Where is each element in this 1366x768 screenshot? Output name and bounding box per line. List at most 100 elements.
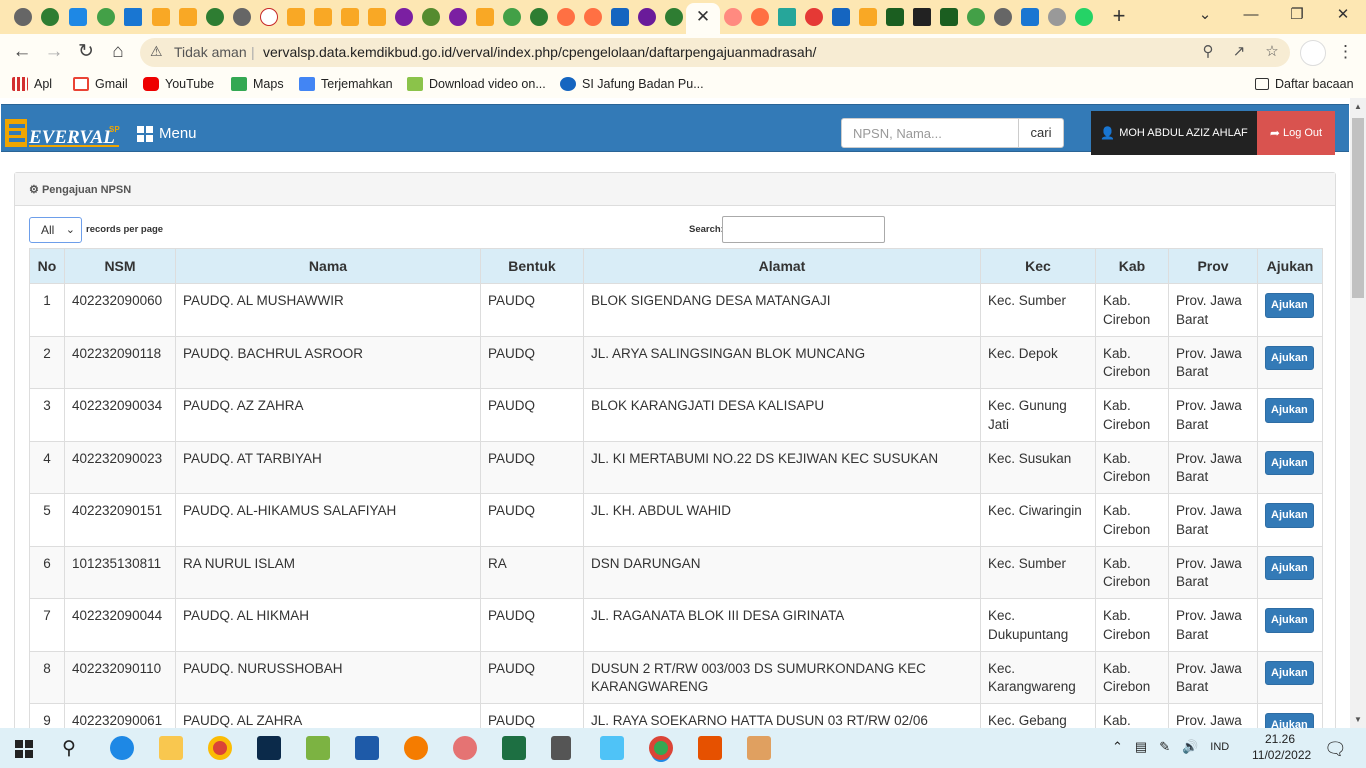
column-header[interactable]: Alamat: [583, 248, 981, 284]
menu-button[interactable]: Menu: [137, 125, 197, 142]
tab-favicon-icon[interactable]: [1021, 8, 1039, 26]
share-icon[interactable]: ↗: [1230, 43, 1248, 61]
photoshop-icon[interactable]: [257, 736, 281, 760]
tab-favicon-icon[interactable]: [778, 8, 796, 26]
tab-favicon-icon[interactable]: [179, 8, 197, 26]
edge-icon[interactable]: [110, 736, 134, 760]
tab-favicon-icon[interactable]: [476, 8, 494, 26]
tab-favicon-icon[interactable]: [1075, 8, 1093, 26]
ajukan-button[interactable]: Ajukan: [1265, 660, 1314, 686]
minimize-button[interactable]: —: [1236, 4, 1266, 26]
tab-favicon-icon[interactable]: [967, 8, 985, 26]
scroll-up-arrow-icon[interactable]: ▲: [1354, 102, 1362, 111]
tab-favicon-icon[interactable]: [913, 8, 931, 26]
chrome-icon[interactable]: [208, 736, 232, 760]
tab-favicon-icon[interactable]: [233, 8, 251, 26]
ajukan-button[interactable]: Ajukan: [1265, 713, 1314, 728]
word-icon[interactable]: [355, 736, 379, 760]
warning-triangle-icon[interactable]: ⚠: [150, 43, 163, 60]
records-per-page-select[interactable]: All ⌄: [29, 217, 82, 243]
tab-favicon-icon[interactable]: [611, 8, 629, 26]
bookmark-jafung[interactable]: SI Jafung Badan Pu...: [560, 77, 704, 91]
bookmark-translate[interactable]: Terjemahkan: [299, 77, 393, 91]
bookmark-star-icon[interactable]: ☆: [1263, 43, 1281, 61]
spreadsheet-app-icon[interactable]: [306, 736, 330, 760]
tab-favicon-icon[interactable]: [422, 8, 440, 26]
tab-favicon-icon[interactable]: [287, 8, 305, 26]
tab-favicon-icon[interactable]: [152, 8, 170, 26]
user-button[interactable]: 👤 MOH ABDUL AZIZ AHLAF: [1091, 111, 1257, 155]
restore-button[interactable]: ❐: [1282, 4, 1312, 26]
clock[interactable]: 21.26 11/02/2022: [1252, 731, 1311, 763]
tab-favicon-icon[interactable]: [805, 8, 823, 26]
close-window-button[interactable]: ✕: [1328, 4, 1358, 26]
column-header[interactable]: Kab: [1095, 248, 1169, 284]
profile-avatar[interactable]: [1300, 40, 1326, 66]
column-header[interactable]: No: [29, 248, 65, 284]
everval-logo[interactable]: EVERVAL SP: [5, 115, 123, 149]
tab-favicon-icon[interactable]: [341, 8, 359, 26]
column-header[interactable]: Prov: [1168, 248, 1258, 284]
excel-icon[interactable]: [502, 736, 526, 760]
pen-tool-icon[interactable]: [551, 736, 571, 760]
tab-favicon-icon[interactable]: [124, 8, 142, 26]
back-arrow-icon[interactable]: ←: [11, 41, 33, 63]
tab-favicon-icon[interactable]: [503, 8, 521, 26]
ajukan-button[interactable]: Ajukan: [1265, 398, 1314, 423]
office-icon[interactable]: [698, 736, 722, 760]
tab-favicon-icon[interactable]: [557, 8, 575, 26]
tab-favicon-icon[interactable]: [206, 8, 224, 26]
tray-chevron-up-icon[interactable]: ⌃: [1112, 739, 1123, 755]
tab-close-icon[interactable]: ✕: [694, 6, 712, 28]
zoom-icon[interactable]: ⚲: [1199, 43, 1217, 61]
tab-favicon-icon[interactable]: [724, 8, 742, 26]
ajukan-button[interactable]: Ajukan: [1265, 450, 1314, 476]
tab-favicon-icon[interactable]: [584, 8, 602, 26]
ajukan-button[interactable]: Ajukan: [1265, 608, 1314, 633]
new-tab-button[interactable]: +: [1108, 5, 1130, 27]
tab-favicon-icon[interactable]: [832, 8, 850, 26]
tab-favicon-icon[interactable]: [638, 8, 656, 26]
language-indicator[interactable]: IND: [1210, 741, 1229, 753]
bookmark-download[interactable]: Download video on...: [407, 77, 546, 91]
ajukan-button[interactable]: Ajukan: [1265, 345, 1314, 371]
bookmark-apps[interactable]: Apl: [12, 77, 52, 91]
notification-icon[interactable]: 🗨: [1324, 739, 1347, 760]
notepad-icon[interactable]: [600, 736, 624, 760]
chrome-profile-icon[interactable]: [649, 736, 673, 760]
tab-favicon-icon[interactable]: [368, 8, 386, 26]
bookmark-maps[interactable]: Maps: [231, 77, 284, 91]
column-header[interactable]: Ajukan: [1257, 248, 1323, 284]
tab-favicon-icon[interactable]: [751, 8, 769, 26]
chrome-menu-icon[interactable]: ⋮: [1337, 42, 1354, 62]
media-icon[interactable]: [747, 736, 771, 760]
tab-favicon-icon[interactable]: [665, 8, 683, 26]
search-button[interactable]: cari: [1018, 118, 1064, 148]
tab-favicon-icon[interactable]: [395, 8, 413, 26]
tab-favicon-icon[interactable]: [994, 8, 1012, 26]
security-status[interactable]: Tidak aman: [174, 44, 247, 60]
search-icon[interactable]: ⚲: [62, 737, 76, 760]
tab-favicon-icon[interactable]: [97, 8, 115, 26]
bookmark-youtube[interactable]: YouTube: [143, 77, 214, 91]
forward-arrow-icon[interactable]: →: [43, 41, 65, 63]
logout-button[interactable]: ➦ Log Out: [1257, 111, 1335, 155]
column-header[interactable]: NSM: [64, 248, 176, 284]
tab-favicon-icon[interactable]: [41, 8, 59, 26]
url-text[interactable]: vervalsp.data.kemdikbud.go.id/verval/ind…: [263, 44, 816, 60]
tab-favicon-icon[interactable]: [530, 8, 548, 26]
scroll-down-arrow-icon[interactable]: ▼: [1354, 715, 1362, 724]
tab-favicon-icon[interactable]: [69, 8, 87, 26]
home-icon[interactable]: ⌂: [107, 41, 129, 63]
network-icon[interactable]: ▤: [1135, 739, 1147, 755]
ajukan-button[interactable]: Ajukan: [1265, 293, 1314, 318]
page-scrollbar[interactable]: ▲ ▼: [1350, 98, 1366, 728]
ajukan-button[interactable]: Ajukan: [1265, 503, 1314, 528]
reading-list[interactable]: Daftar bacaan: [1255, 77, 1354, 91]
tab-favicon-icon[interactable]: [1048, 8, 1066, 26]
scrollbar-thumb[interactable]: [1352, 118, 1364, 298]
tab-favicon-icon[interactable]: [886, 8, 904, 26]
snipping-icon[interactable]: [453, 736, 477, 760]
volume-icon[interactable]: 🔊: [1182, 739, 1198, 755]
file-explorer-icon[interactable]: [159, 736, 183, 760]
